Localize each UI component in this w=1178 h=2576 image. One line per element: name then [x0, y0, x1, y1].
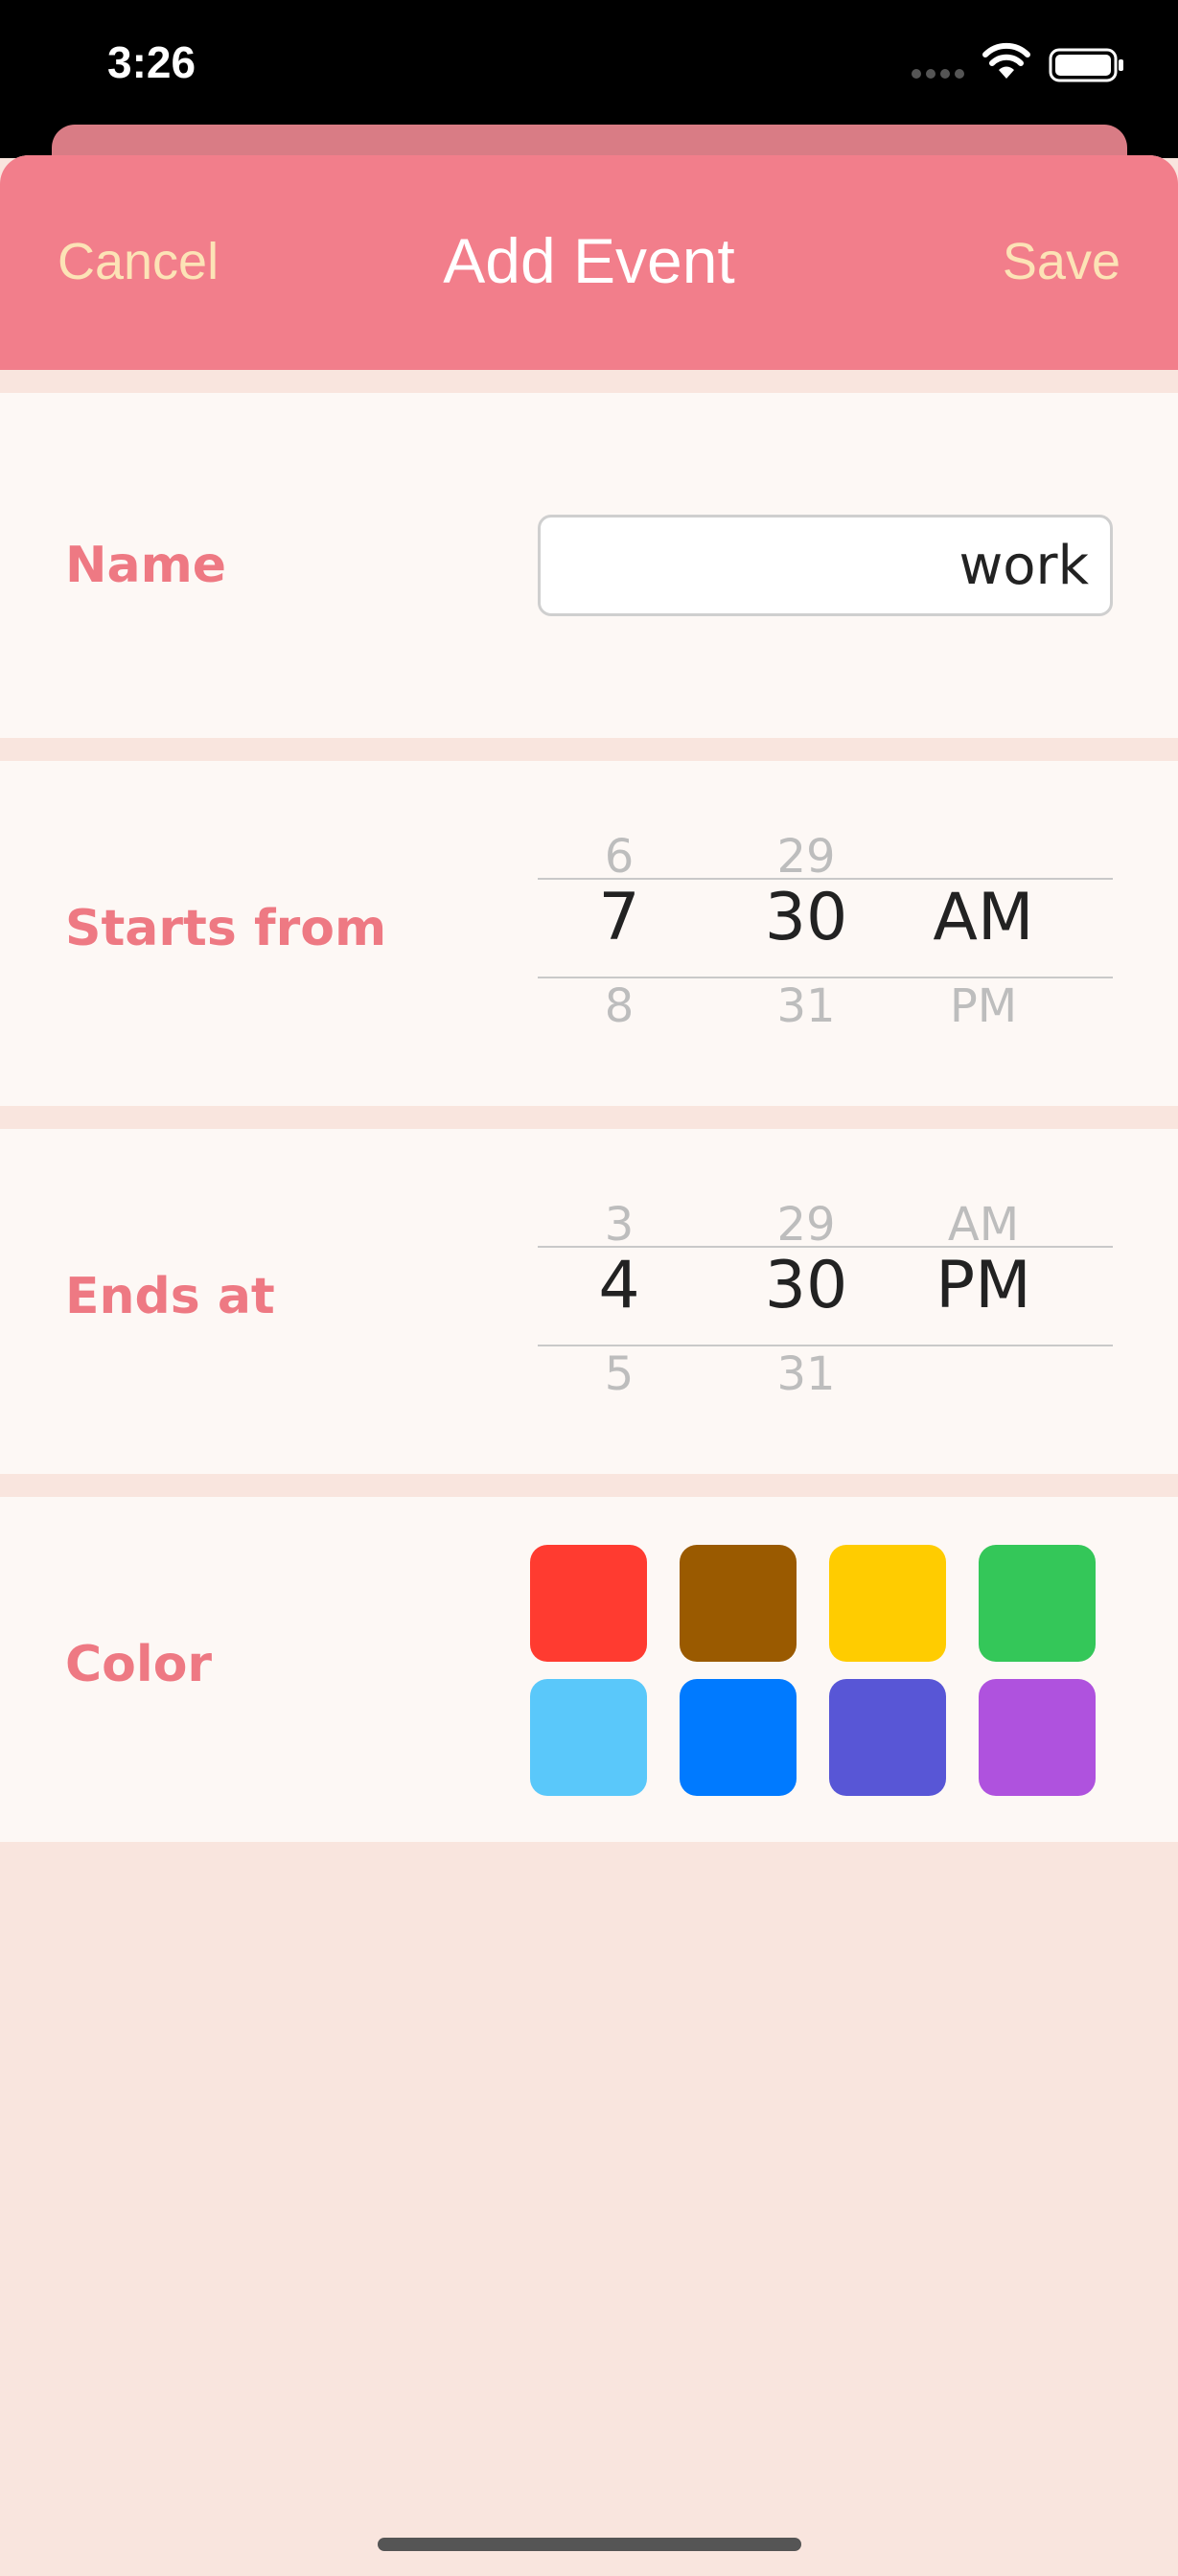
end-hour-prev: 3: [604, 1198, 635, 1252]
end-period-selected: PM: [935, 1248, 1031, 1323]
start-hour-column[interactable]: 6 7 8: [557, 809, 681, 1058]
start-period-selected: AM: [933, 880, 1034, 955]
start-minute-column[interactable]: 29 30 31: [734, 809, 878, 1058]
start-time-picker[interactable]: 6 7 8 29 30 31 AM PM: [538, 809, 1113, 1058]
color-swatch-green[interactable]: [979, 1545, 1096, 1662]
color-label: Color: [65, 1636, 213, 1693]
end-minute-next: 31: [776, 1347, 836, 1397]
wifi-icon: [982, 42, 1030, 79]
end-minute-column[interactable]: 29 30 31: [734, 1177, 878, 1426]
start-hour-selected: 7: [598, 880, 640, 955]
start-hour-next: 8: [604, 979, 635, 1029]
color-swatch-light-blue[interactable]: [530, 1679, 647, 1796]
save-button[interactable]: Save: [1003, 232, 1120, 291]
color-swatch-blue[interactable]: [680, 1679, 797, 1796]
start-period-column[interactable]: AM PM: [912, 809, 1055, 1058]
start-hour-prev: 6: [604, 830, 635, 884]
ends-at-section: Ends at 3 4 5 29 30 31 AM PM: [0, 1129, 1178, 1474]
name-input[interactable]: [538, 515, 1113, 616]
end-period-next: [912, 1347, 1055, 1397]
battery-icon: [1049, 48, 1123, 82]
end-hour-next: 5: [604, 1347, 635, 1397]
color-swatch-red[interactable]: [530, 1545, 647, 1662]
name-section: Name: [0, 393, 1178, 738]
color-section: Color: [0, 1497, 1178, 1842]
name-label: Name: [65, 537, 227, 594]
cellular-signal-icon: [912, 69, 964, 79]
start-period-next: PM: [949, 979, 1018, 1029]
add-event-sheet: Cancel Add Event Save Name Starts from 6…: [0, 155, 1178, 2576]
color-swatch-purple[interactable]: [979, 1679, 1096, 1796]
end-minute-prev: 29: [776, 1198, 836, 1252]
end-hour-column[interactable]: 3 4 5: [557, 1177, 681, 1426]
color-swatch-yellow[interactable]: [829, 1545, 946, 1662]
start-minute-selected: 30: [764, 880, 848, 955]
navigation-bar: Cancel Add Event Save: [0, 155, 1178, 370]
end-hour-selected: 4: [598, 1248, 640, 1323]
color-swatch-indigo[interactable]: [829, 1679, 946, 1796]
starts-from-label: Starts from: [65, 900, 387, 957]
end-period-column[interactable]: AM PM: [912, 1177, 1055, 1426]
start-minute-prev: 29: [776, 830, 836, 884]
page-title: Add Event: [443, 225, 735, 296]
starts-from-section: Starts from 6 7 8 29 30 31 AM PM: [0, 761, 1178, 1106]
color-swatch-brown[interactable]: [680, 1545, 797, 1662]
status-time: 3:26: [107, 37, 196, 87]
end-minute-selected: 30: [764, 1248, 848, 1323]
end-time-picker[interactable]: 3 4 5 29 30 31 AM PM: [538, 1177, 1113, 1426]
home-indicator[interactable]: [378, 2538, 801, 2551]
end-period-prev: AM: [947, 1198, 1020, 1252]
start-minute-next: 31: [776, 979, 836, 1029]
ends-at-label: Ends at: [65, 1268, 275, 1325]
